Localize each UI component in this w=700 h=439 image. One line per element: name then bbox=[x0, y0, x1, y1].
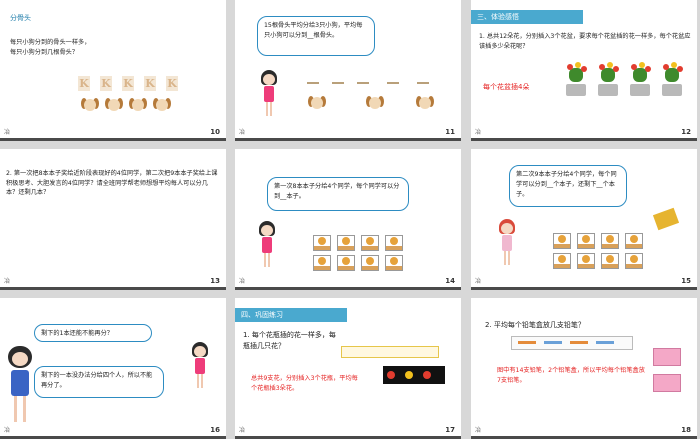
slide-mark: 冶 bbox=[4, 129, 11, 136]
slide-number: 14 bbox=[445, 277, 455, 285]
slide-text: 每只小狗分到的骨头一样多， 每只小狗分到几根骨头？ bbox=[10, 38, 90, 57]
text-line: 每只小狗分到的骨头一样多， bbox=[10, 39, 91, 46]
pencils-row-icon bbox=[511, 336, 633, 350]
slide-11[interactable]: 15根骨头平均分给3只小狗，平均每只小狗可以分到__根骨头。 冶 11 bbox=[235, 0, 461, 141]
flower-pot-icon bbox=[595, 62, 621, 96]
notebook-icon bbox=[361, 235, 379, 251]
bone-card-icon: K bbox=[100, 76, 112, 91]
pencil-box-icon bbox=[653, 348, 681, 366]
girl-icon bbox=[259, 70, 279, 118]
puppy-icon bbox=[307, 94, 327, 112]
slide-mark: 冶 bbox=[4, 427, 11, 434]
slide-mark: 冶 bbox=[475, 278, 482, 285]
slide-number: 15 bbox=[681, 277, 691, 285]
notebook-icon bbox=[361, 255, 379, 271]
girl-icon bbox=[190, 342, 210, 390]
puppy-icon bbox=[80, 96, 100, 114]
slide-mark: 冶 bbox=[239, 278, 246, 285]
flowers-row-icon bbox=[341, 346, 439, 358]
slide-14[interactable]: 第一次8本本子分给4个同学，每个同学可以分到__本子。 冶 14 bbox=[235, 149, 461, 290]
notebook-icon bbox=[625, 233, 643, 249]
notebook-icon bbox=[337, 235, 355, 251]
slide-number: 10 bbox=[210, 128, 220, 136]
bone-icon bbox=[415, 80, 431, 86]
flower-pot-icon bbox=[563, 62, 589, 96]
notebook-icon bbox=[577, 253, 595, 269]
notebook-icon bbox=[385, 255, 403, 271]
bone-card-icon: K bbox=[144, 76, 156, 91]
speech-bubble: 15根骨头平均分给3只小狗，平均每只小狗可以分到__根骨头。 bbox=[257, 16, 375, 56]
flower-pot-icon bbox=[627, 62, 653, 96]
slide-number: 17 bbox=[445, 426, 455, 434]
slide-number: 13 bbox=[210, 277, 220, 285]
slide-mark: 冶 bbox=[475, 427, 482, 434]
bone-card-icon: K bbox=[78, 76, 90, 91]
slide-16[interactable]: 剩下的1本还能不能再分？ 剩下的一本没办法分给四个人，所以不能再分了。 冶 16 bbox=[0, 298, 226, 439]
slide-18[interactable]: 2. 平均每个铅笔盒放几支铅笔？ 图中有14支铅笔，2个铅笔盒，所以平均每个铅笔… bbox=[471, 298, 697, 439]
puppy-icon bbox=[415, 94, 435, 112]
puppy-icon bbox=[365, 94, 385, 112]
speech-bubble: 剩下的1本还能不能再分？ bbox=[34, 324, 152, 342]
bone-card-icon: K bbox=[122, 76, 134, 91]
notebook-icon bbox=[337, 255, 355, 271]
bone-card-icon: K bbox=[166, 76, 178, 91]
notebook-icon bbox=[577, 233, 595, 249]
question-text: 2. 平均每个铅笔盒放几支铅笔？ bbox=[485, 321, 585, 329]
slide-17[interactable]: 四、巩固练习 1. 每个花瓶插的花一样多，每瓶插几只花？ 总共9支花，分别插入3… bbox=[235, 298, 461, 439]
speech-bubble-answer: 剩下的一本没办法分给四个人，所以不能再分了。 bbox=[34, 366, 164, 398]
slide-15[interactable]: 第二次9本本子分给4个同学，每个同学可以分到__个本子，还剩下__个本子。 冶 … bbox=[471, 149, 697, 290]
notebook-icon bbox=[625, 253, 643, 269]
bone-icon bbox=[305, 80, 321, 86]
notebook-stack-icon bbox=[652, 207, 680, 231]
slide-mark: 冶 bbox=[475, 129, 482, 136]
notebook-icon bbox=[553, 253, 571, 269]
puppy-icon bbox=[104, 96, 124, 114]
section-header: 四、巩固练习 bbox=[235, 308, 347, 322]
slide-13[interactable]: 2. 第一次把8本本子奖给近阶段表现好的4位同学，第二次把9本本子奖给上课积极思… bbox=[0, 149, 226, 290]
answer-text: 总共9支花，分别插入3个花瓶，平均每个花瓶插3朵花。 bbox=[251, 375, 358, 392]
girl-icon bbox=[497, 219, 517, 267]
slide-number: 12 bbox=[681, 128, 691, 136]
bone-icon bbox=[385, 80, 401, 86]
slide-number: 11 bbox=[445, 128, 455, 136]
question-text: 2. 第一次把8本本子奖给近阶段表现好的4位同学，第二次把9本本子奖给上课积极思… bbox=[6, 170, 218, 197]
notebook-icon bbox=[313, 255, 331, 271]
slide-number: 16 bbox=[210, 426, 220, 434]
answer-text: 图中有14支铅笔，2个铅笔盒，所以平均每个铅笔盒放7支铅笔。 bbox=[497, 367, 645, 384]
section-header: 三、体验感悟 bbox=[471, 10, 583, 24]
slide-12[interactable]: 三、体验感悟 1. 总共12朵花，分别插入3个花盆，要求每个花盆插的花一样多，每… bbox=[471, 0, 697, 141]
notebook-icon bbox=[313, 235, 331, 251]
notebook-icon bbox=[553, 233, 571, 249]
speech-bubble: 第一次8本本子分给4个同学，每个同学可以分到__本子。 bbox=[267, 177, 409, 211]
speech-bubble: 第二次9本本子分给4个同学，每个同学可以分到__个本子，还剩下__个本子。 bbox=[509, 165, 627, 207]
puppy-icon bbox=[152, 96, 172, 114]
vases-photo-icon bbox=[383, 366, 445, 384]
question-text: 1. 总共12朵花，分别插入3个花盆，要求每个花盆插的花一样多，每个花盆应该插多… bbox=[479, 33, 691, 50]
pencil-box-icon bbox=[653, 374, 681, 392]
bone-icon bbox=[330, 80, 346, 86]
answer-text: 每个花盆插4朵 bbox=[483, 83, 530, 91]
bone-icon bbox=[355, 80, 371, 86]
notebook-icon bbox=[385, 235, 403, 251]
slide-10[interactable]: 分骨头 每只小狗分到的骨头一样多， 每只小狗分到几根骨头？ K K K K K … bbox=[0, 0, 226, 141]
puppy-icon bbox=[128, 96, 148, 114]
flower-pot-icon bbox=[659, 62, 685, 96]
slide-mark: 冶 bbox=[239, 427, 246, 434]
slide-number: 18 bbox=[681, 426, 691, 434]
notebook-icon bbox=[601, 233, 619, 249]
girl-icon bbox=[257, 221, 277, 269]
slide-title: 分骨头 bbox=[10, 14, 31, 22]
slide-mark: 冶 bbox=[239, 129, 246, 136]
question-text: 1. 每个花瓶插的花一样多，每瓶插几只花？ bbox=[243, 331, 336, 350]
slide-mark: 冶 bbox=[4, 278, 11, 285]
girl-large-icon bbox=[8, 346, 32, 426]
notebook-icon bbox=[601, 253, 619, 269]
text-line: 每只小狗分到几根骨头？ bbox=[10, 48, 79, 56]
